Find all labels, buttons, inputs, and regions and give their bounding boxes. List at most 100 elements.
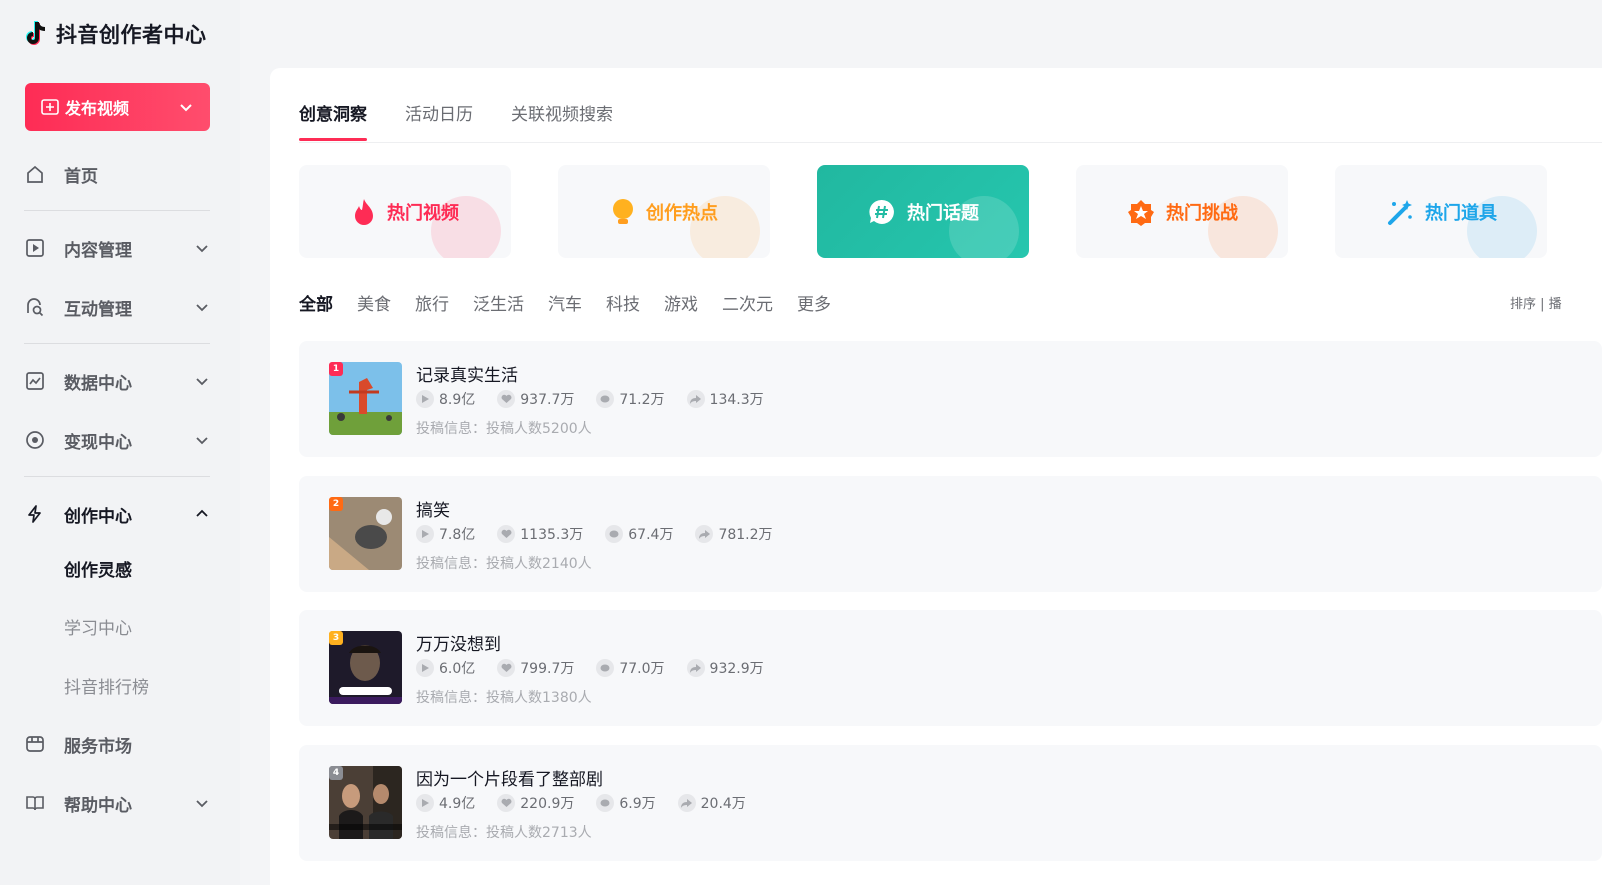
sidebar-item-label: 帮助中心	[64, 795, 132, 816]
logo[interactable]: 抖音创作者中心	[24, 18, 207, 50]
target-icon	[24, 429, 46, 451]
topic-title: 记录真实生活	[416, 366, 518, 386]
card-hot-props[interactable]: 热门道具	[1335, 165, 1547, 258]
sidebar-item-home[interactable]: 首页	[24, 154, 214, 194]
publish-video-label: 发布视频	[65, 99, 130, 118]
store-icon	[24, 733, 46, 755]
sidebar-item-interaction[interactable]: 互动管理	[24, 287, 214, 327]
topic-title: 万万没想到	[416, 635, 501, 655]
sidebar-subitem-ranking[interactable]: 抖音排行榜	[64, 667, 149, 703]
chevron-up-icon	[196, 509, 208, 517]
heart-icon	[497, 525, 516, 543]
share-count: 134.3万	[709, 392, 764, 408]
card-hot-videos[interactable]: 热门视频	[299, 165, 511, 258]
heart-icon	[497, 794, 516, 812]
card-hot-topics[interactable]: 热门话题	[817, 165, 1029, 258]
card-creation-hotspot[interactable]: 创作热点	[558, 165, 770, 258]
filter-car[interactable]: 汽车	[548, 290, 582, 315]
topic-row[interactable]: 2 搞笑 7.8亿 1135.3万 67.4万 781.2万 投稿信息：投稿人数…	[299, 476, 1602, 592]
publish-video-button[interactable]: 发布视频	[25, 83, 210, 131]
tab-divider	[299, 142, 1602, 143]
sidebar-item-label: 创作中心	[64, 506, 132, 527]
share-count: 932.9万	[709, 661, 764, 677]
card-decoration	[1467, 196, 1537, 258]
share-icon	[695, 525, 714, 543]
topic-title: 搞笑	[416, 501, 450, 521]
sidebar-item-label: 服务市场	[64, 736, 132, 757]
filter-lifestyle[interactable]: 泛生活	[473, 290, 524, 315]
topic-title: 因为一个片段看了整部剧	[416, 770, 603, 790]
chevron-down-icon	[196, 437, 208, 445]
magic-wand-icon	[1388, 199, 1412, 225]
sidebar-subitem-learning[interactable]: 学习中心	[64, 608, 132, 644]
book-icon	[24, 792, 46, 814]
flame-icon	[355, 198, 373, 225]
comment-count: 6.9万	[619, 796, 656, 812]
main-panel: 创意洞察 活动日历 关联视频搜索 热门视频 创作热点 热门话题 热门挑战 热门道…	[270, 68, 1602, 885]
comment-count: 77.0万	[619, 661, 665, 677]
upload-icon	[41, 99, 59, 115]
share-count: 781.2万	[718, 527, 773, 543]
sidebar-item-creation[interactable]: 创作中心	[24, 494, 214, 534]
play-icon	[416, 390, 434, 408]
play-icon	[416, 794, 434, 812]
comment-count: 71.2万	[619, 392, 665, 408]
comment-count: 67.4万	[628, 527, 674, 543]
topic-row[interactable]: 3 万万没想到 6.0亿 799.7万 77.0万 932.9万 投稿信息：投稿…	[299, 610, 1602, 726]
sidebar-item-service-market[interactable]: 服务市场	[24, 724, 214, 764]
card-hot-challenges[interactable]: 热门挑战	[1076, 165, 1288, 258]
filter-food[interactable]: 美食	[357, 290, 391, 315]
douyin-logo-icon	[26, 21, 46, 45]
topic-row[interactable]: 1 记录真实生活 8.9亿 937.7万 71.2万 134.3万 投稿信息：投…	[299, 341, 1602, 457]
play-count: 6.0亿	[439, 661, 476, 677]
share-icon	[677, 794, 696, 812]
category-cards: 热门视频 创作热点 热门话题 热门挑战 热门道具	[299, 165, 1547, 258]
filter-tech[interactable]: 科技	[606, 290, 640, 315]
lightbulb-icon	[613, 198, 633, 224]
logo-text: 抖音创作者中心	[56, 23, 207, 47]
sidebar-item-label: 内容管理	[64, 240, 132, 261]
play-count: 8.9亿	[439, 392, 476, 408]
filter-travel[interactable]: 旅行	[415, 290, 449, 315]
category-filter-bar: 全部 美食 旅行 泛生活 汽车 科技 游戏 二次元 更多	[299, 290, 831, 315]
tab-creative-insight[interactable]: 创意洞察	[299, 92, 367, 141]
sort-selector[interactable]: 排序 | 播	[1510, 293, 1602, 312]
card-decoration	[690, 196, 760, 258]
tab-activity-calendar[interactable]: 活动日历	[405, 92, 473, 132]
topic-stats: 8.9亿 937.7万 71.2万 134.3万	[416, 389, 764, 409]
submission-info: 投稿信息：投稿人数1380人	[416, 690, 592, 706]
sidebar-item-data[interactable]: 数据中心	[24, 361, 214, 401]
rank-badge: 1	[329, 362, 343, 376]
sidebar-item-monetization[interactable]: 变现中心	[24, 420, 214, 460]
chevron-down-icon[interactable]	[178, 99, 194, 115]
sidebar-divider	[24, 476, 210, 477]
card-decoration	[431, 196, 501, 258]
topic-stats: 6.0亿 799.7万 77.0万 932.9万	[416, 658, 764, 678]
tab-related-video-search[interactable]: 关联视频搜索	[511, 92, 613, 132]
sidebar-subitem-inspiration[interactable]: 创作灵感	[64, 550, 132, 586]
sidebar-item-content[interactable]: 内容管理	[24, 228, 214, 268]
chevron-down-icon	[196, 245, 208, 253]
sidebar-item-label: 互动管理	[64, 299, 132, 320]
submission-info: 投稿信息：投稿人数5200人	[416, 421, 592, 437]
topic-stats: 7.8亿 1135.3万 67.4万 781.2万	[416, 524, 773, 544]
rank-badge: 4	[329, 766, 343, 780]
filter-anime[interactable]: 二次元	[722, 290, 773, 315]
tab-bar: 创意洞察 活动日历 关联视频搜索	[299, 92, 613, 142]
chevron-down-icon	[196, 304, 208, 312]
filter-all[interactable]: 全部	[299, 290, 333, 315]
topic-stats: 4.9亿 220.9万 6.9万 20.4万	[416, 793, 746, 813]
share-icon	[686, 659, 705, 677]
filter-more[interactable]: 更多	[797, 290, 831, 315]
sidebar-item-help[interactable]: 帮助中心	[24, 783, 214, 823]
chart-icon	[24, 370, 46, 392]
topic-row[interactable]: 4 因为一个片段看了整部剧 4.9亿 220.9万 6.9万 20.4万 投稿信…	[299, 745, 1602, 861]
play-icon	[416, 659, 434, 677]
filter-game[interactable]: 游戏	[664, 290, 698, 315]
submission-info: 投稿信息：投稿人数2140人	[416, 556, 592, 572]
sidebar: 抖音创作者中心 发布视频 首页 内容管理 互动管理 数据中心 变现中心 创作中心…	[0, 0, 240, 885]
share-count: 20.4万	[700, 796, 746, 812]
lightning-icon	[24, 503, 46, 525]
like-count: 1135.3万	[520, 527, 584, 543]
play-icon	[416, 525, 434, 543]
